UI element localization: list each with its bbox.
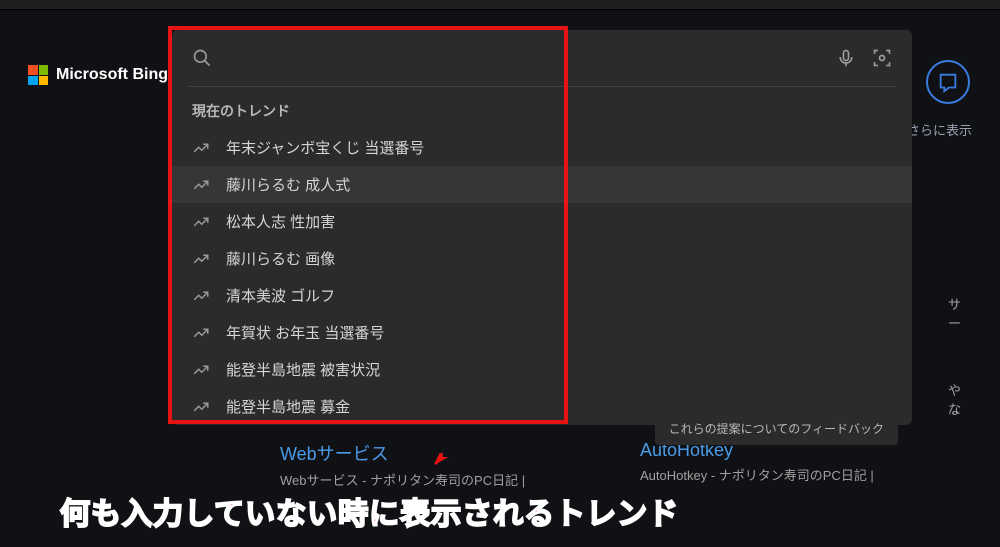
trend-label: 藤川らるむ 画像 <box>226 248 335 269</box>
trend-item[interactable]: 清本美波 ゴルフ <box>172 277 912 314</box>
visual-search-icon[interactable] <box>872 48 892 68</box>
search-input[interactable] <box>226 49 820 67</box>
microphone-icon[interactable] <box>836 48 856 68</box>
trend-item[interactable]: 年賀状 お年玉 当選番号 <box>172 314 912 351</box>
trending-up-icon <box>192 287 210 305</box>
trending-up-icon <box>192 139 210 157</box>
trend-item[interactable]: 藤川らるむ 画像 <box>172 240 912 277</box>
trending-up-icon <box>192 324 210 342</box>
trends-header: 現在のトレンド <box>172 87 912 129</box>
trend-item[interactable]: 藤川らるむ 成人式 <box>172 166 912 203</box>
trends-list: 年末ジャンボ宝くじ 当選番号 藤川らるむ 成人式 松本人志 性加害 藤川らるむ … <box>172 129 912 425</box>
trend-item[interactable]: 能登半島地震 被害状況 <box>172 351 912 388</box>
trend-label: 年賀状 お年玉 当選番号 <box>226 322 384 343</box>
chat-icon <box>937 71 959 93</box>
bing-chat-button[interactable] <box>926 60 970 104</box>
trend-label: 松本人志 性加害 <box>226 211 335 232</box>
trending-up-icon <box>192 213 210 231</box>
trending-up-icon <box>192 398 210 416</box>
bg-card-autohotkey[interactable]: AutoHotkey AutoHotkey - ナポリタン寿司のPC日記 | <box>640 440 960 485</box>
browser-top-bar <box>0 0 1000 10</box>
bg-card-title: Webサービス <box>280 440 600 466</box>
trend-item[interactable]: 松本人志 性加害 <box>172 203 912 240</box>
feedback-button[interactable]: これらの提案についてのフィードバック <box>655 412 898 445</box>
trending-up-icon <box>192 176 210 194</box>
bg-fragment: サー <box>948 294 961 332</box>
trend-label: 清本美波 ゴルフ <box>226 285 335 306</box>
trend-item[interactable]: 年末ジャンボ宝くじ 当選番号 <box>172 129 912 166</box>
bg-card-web-services[interactable]: Webサービス Webサービス - ナポリタン寿司のPC日記 | <box>280 440 600 490</box>
trend-label: 能登半島地震 被害状況 <box>226 359 380 380</box>
bing-logo[interactable]: Microsoft Bing <box>28 65 168 85</box>
search-icon <box>192 48 212 68</box>
microsoft-logo-icon <box>28 65 48 85</box>
annotation-text: 何も入力していない時に表示されるトレンド <box>60 489 679 533</box>
trend-label: 年末ジャンボ宝くじ 当選番号 <box>226 137 424 158</box>
bg-card-desc: Webサービス - ナポリタン寿司のPC日記 | <box>280 472 600 490</box>
trend-label: 藤川らるむ 成人式 <box>226 174 350 195</box>
search-panel: 現在のトレンド 年末ジャンボ宝くじ 当選番号 藤川らるむ 成人式 松本人志 性加… <box>172 30 912 425</box>
show-more-link[interactable]: さらに表示 <box>907 120 972 139</box>
bg-fragment: ... <box>948 402 959 417</box>
search-bar <box>172 30 912 86</box>
bg-card-desc: AutoHotkey - ナポリタン寿司のPC日記 | <box>640 467 960 485</box>
trend-label: 能登半島地震 募金 <box>226 396 350 417</box>
trending-up-icon <box>192 250 210 268</box>
trending-up-icon <box>192 361 210 379</box>
logo-text: Microsoft Bing <box>56 66 168 84</box>
